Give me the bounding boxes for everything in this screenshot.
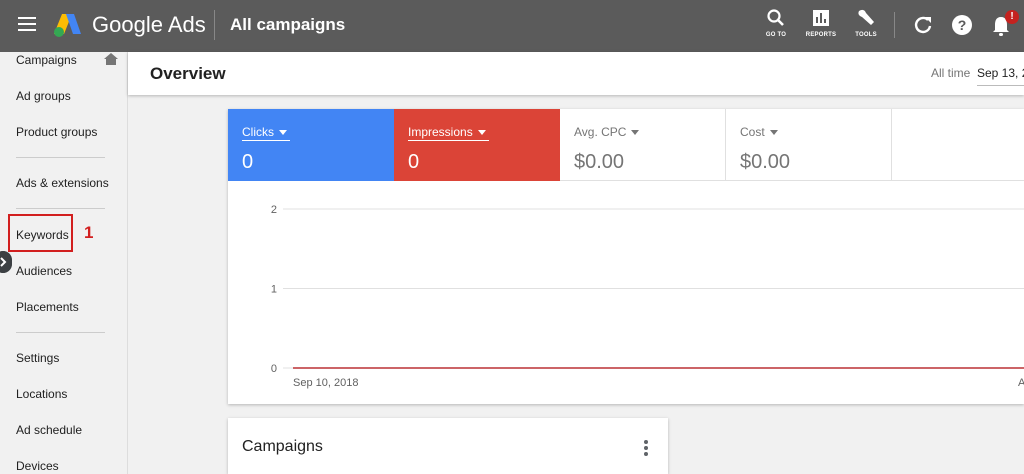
y-tick-label: 0 <box>271 363 277 375</box>
sidebar-item-audiences[interactable]: Audiences <box>16 264 72 278</box>
dropdown-caret-icon <box>769 130 778 136</box>
header-divider <box>214 10 215 40</box>
search-icon <box>767 9 784 26</box>
metric-avg-cpc-text: Avg. CPC <box>574 125 627 139</box>
metric-clicks-underline <box>242 140 290 141</box>
dropdown-caret-icon <box>631 130 640 136</box>
svg-text:?: ? <box>958 17 967 33</box>
sidebar-item-campaigns[interactable]: Campaigns <box>16 53 77 67</box>
sidebar: Campaigns Ad groups Product groups Ads &… <box>0 52 128 474</box>
sidebar-divider <box>16 157 105 158</box>
goto-label: GO TO <box>765 32 787 38</box>
metric-clicks[interactable]: Clicks 0 <box>228 109 394 181</box>
metric-clicks-text: Clicks <box>242 125 274 139</box>
header-divider-right <box>894 12 895 38</box>
dropdown-caret-icon <box>477 130 486 136</box>
google-ads-logo <box>54 14 81 37</box>
y-tick-label: 2 <box>271 204 277 216</box>
wrench-icon <box>858 9 874 25</box>
date-range-label: All time <box>931 66 971 80</box>
metric-avg-cpc[interactable]: Avg. CPC $0.00 <box>560 109 726 181</box>
metric-impressions-underline <box>408 140 489 141</box>
dropdown-caret-icon <box>279 130 287 136</box>
sidebar-item-ad-schedule[interactable]: Ad schedule <box>16 423 82 437</box>
metric-avg-cpc-label: Avg. CPC <box>574 125 640 139</box>
date-range-picker[interactable]: Sep 13, 2 <box>977 66 1024 80</box>
keywords-highlight-box <box>8 214 73 252</box>
refresh-icon[interactable] <box>912 14 934 36</box>
metric-impressions-text: Impressions <box>408 125 473 139</box>
campaigns-card: Campaigns <box>228 418 668 474</box>
sidebar-item-placements[interactable]: Placements <box>16 300 79 314</box>
sidebar-item-devices[interactable]: Devices <box>16 459 59 473</box>
reports-label: REPORTS <box>805 32 837 38</box>
sidebar-divider <box>16 332 105 333</box>
metric-impressions[interactable]: Impressions 0 <box>394 109 560 181</box>
metric-avg-cpc-value: $0.00 <box>574 151 625 173</box>
date-range-underline <box>977 85 1024 86</box>
metric-clicks-label: Clicks <box>242 125 287 139</box>
top-bar: Google Ads All campaigns GO TO REPORTS T… <box>0 0 1024 52</box>
metric-impressions-value: 0 <box>408 151 420 173</box>
campaigns-card-title: Campaigns <box>242 438 323 455</box>
sidebar-divider <box>16 208 105 209</box>
goto-button[interactable]: GO TO <box>756 8 796 38</box>
performance-chart: 2 1 0 Sep 10, 2018 Apr 1 <box>228 181 1024 404</box>
overview-header: Overview All time Sep 13, 2 <box>128 52 1024 95</box>
chart-svg: 2 1 0 Sep 10, 2018 Apr 1 <box>271 204 1024 389</box>
y-tick-label: 1 <box>271 284 277 296</box>
sidebar-item-ads-extensions[interactable]: Ads & extensions <box>16 176 109 190</box>
tools-label: TOOLS <box>855 32 877 38</box>
x-tick-label: Apr 1 <box>1018 377 1024 389</box>
sidebar-item-product-groups[interactable]: Product groups <box>16 125 97 139</box>
home-icon[interactable] <box>104 53 118 65</box>
brand-name: Google Ads <box>92 12 206 37</box>
more-options-icon[interactable] <box>644 440 650 456</box>
overview-card: Clicks 0 Impressions 0 Avg. CPC $0.00 Co… <box>228 109 1024 404</box>
annotation-step-number: 1 <box>84 223 94 242</box>
page-title: All campaigns <box>230 15 346 34</box>
metric-add-slot[interactable] <box>892 109 1024 181</box>
metric-cost[interactable]: Cost $0.00 <box>726 109 892 181</box>
tools-button[interactable]: TOOLS <box>846 8 886 38</box>
metric-clicks-value: 0 <box>242 151 254 173</box>
metric-cost-value: $0.00 <box>740 151 791 173</box>
help-icon[interactable]: ? <box>951 14 973 36</box>
reports-button[interactable]: REPORTS <box>801 8 841 38</box>
overview-title: Overview <box>150 64 226 83</box>
metric-impressions-label: Impressions <box>408 125 486 139</box>
menu-icon[interactable] <box>18 17 36 31</box>
x-tick-label: Sep 10, 2018 <box>293 377 358 389</box>
sidebar-item-ad-groups[interactable]: Ad groups <box>16 89 71 103</box>
metric-cost-label: Cost <box>740 125 778 139</box>
sidebar-item-settings[interactable]: Settings <box>16 351 59 365</box>
notification-badge: ! <box>1005 10 1019 24</box>
sidebar-item-locations[interactable]: Locations <box>16 387 67 401</box>
reports-icon <box>813 10 829 26</box>
metric-cost-text: Cost <box>740 125 765 139</box>
